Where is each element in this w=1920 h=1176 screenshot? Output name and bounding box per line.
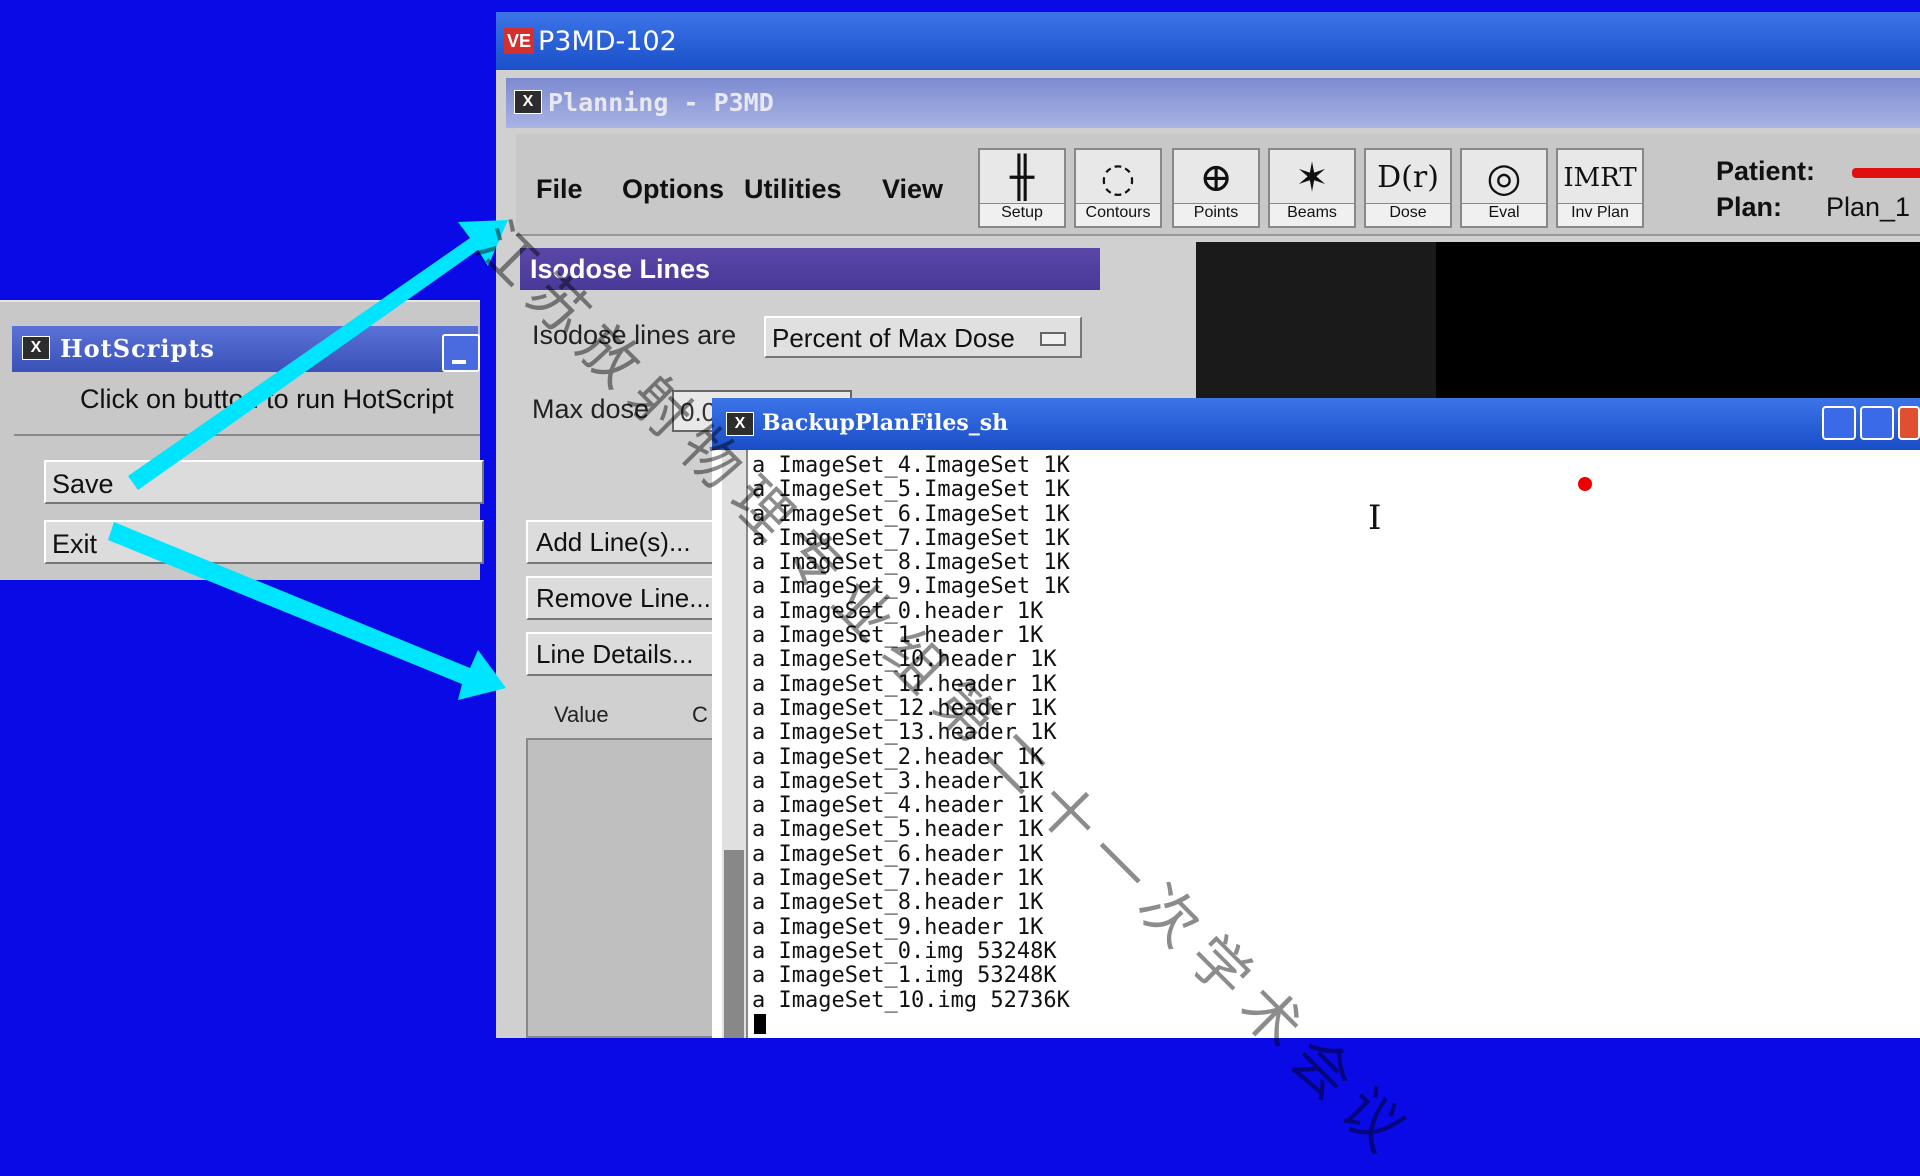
terminal-line: a ImageSet_12.header 1K bbox=[752, 695, 1057, 721]
max-dose-label: Max dose bbox=[532, 394, 650, 424]
menu-utilities[interactable]: Utilities bbox=[744, 174, 842, 205]
terminal-line: a ImageSet_6.header 1K bbox=[752, 841, 1044, 867]
terminal-cursor bbox=[754, 1014, 766, 1034]
ve-logo-icon: VE bbox=[504, 28, 534, 54]
hotscripts-prompt: Click on button to run HotScript bbox=[80, 384, 454, 414]
minimize-button[interactable] bbox=[1822, 406, 1856, 440]
isodose-mode-value: Percent of Max Dose bbox=[772, 323, 1015, 353]
color-column-header: C bbox=[692, 702, 708, 727]
terminal-line: a ImageSet_0.header 1K bbox=[752, 598, 1044, 624]
terminal-line: a ImageSet_1.img 53248K bbox=[752, 963, 1057, 989]
setup-button[interactable]: ╫ Setup bbox=[978, 148, 1066, 228]
line-details-button[interactable]: Line Details... bbox=[526, 632, 726, 676]
contours-button[interactable]: ◌ Contours bbox=[1074, 148, 1162, 228]
contours-label: Contours bbox=[1076, 203, 1160, 226]
terminal-line: a ImageSet_8.header 1K bbox=[752, 890, 1044, 916]
dose-icon: D(r) bbox=[1377, 160, 1439, 195]
x-app-icon: X bbox=[726, 412, 754, 436]
red-dot bbox=[1578, 477, 1592, 491]
redacted-patient-name bbox=[1852, 168, 1920, 178]
terminal-line: a ImageSet_4.header 1K bbox=[752, 793, 1044, 819]
planning-title: Planning - P3MD bbox=[548, 88, 774, 117]
terminal-line: a ImageSet_3.header 1K bbox=[752, 768, 1044, 794]
hotscripts-title: HotScripts bbox=[60, 334, 215, 363]
eval-button[interactable]: ◎ Eval bbox=[1460, 148, 1548, 228]
text-cursor-icon: I bbox=[1368, 498, 1382, 538]
eval-icon: ◎ bbox=[1486, 155, 1522, 201]
terminal-line: a ImageSet_10.header 1K bbox=[752, 647, 1057, 673]
plan-label: Plan: bbox=[1716, 192, 1783, 222]
terminal-line: a ImageSet_4.ImageSet 1K bbox=[752, 453, 1070, 478]
isodose-list[interactable] bbox=[526, 738, 726, 1038]
exit-button[interactable]: Exit bbox=[44, 520, 484, 564]
isodose-lines-are-label: Isodose lines are bbox=[532, 320, 737, 350]
remove-line-button[interactable]: Remove Line... bbox=[526, 576, 726, 620]
toolbar: File Options Utilities View ╫ Setup ◌ Co… bbox=[516, 134, 1920, 236]
terminal-line: a ImageSet_2.header 1K bbox=[752, 744, 1044, 770]
points-button[interactable]: ⊕ Points bbox=[1172, 148, 1260, 228]
p3md-title: P3MD-102 bbox=[538, 26, 677, 57]
points-icon: ⊕ bbox=[1199, 155, 1233, 201]
menu-options[interactable]: Options bbox=[622, 174, 724, 205]
close-button[interactable] bbox=[1898, 406, 1920, 440]
hotscripts-window: X HotScripts Click on button to run HotS… bbox=[0, 300, 484, 580]
beams-icon: ✶ bbox=[1295, 155, 1329, 201]
terminal-line: a ImageSet_13.header 1K bbox=[752, 720, 1057, 746]
add-lines-button[interactable]: Add Line(s)... bbox=[526, 520, 726, 564]
patient-label: Patient: bbox=[1716, 156, 1816, 186]
p3md-titlebar[interactable]: VE P3MD-102 bbox=[496, 12, 1920, 70]
terminal-line: a ImageSet_1.header 1K bbox=[752, 623, 1044, 649]
terminal-line: a ImageSet_5.ImageSet 1K bbox=[752, 477, 1070, 503]
terminal-line: a ImageSet_5.header 1K bbox=[752, 817, 1044, 843]
menu-view[interactable]: View bbox=[882, 174, 943, 205]
beams-button[interactable]: ✶ Beams bbox=[1268, 148, 1356, 228]
terminal-output: a ImageSet_4.ImageSet 1K a ImageSet_5.Ima… bbox=[752, 453, 1070, 1013]
terminal-line: a ImageSet_9.ImageSet 1K bbox=[752, 574, 1070, 600]
inv-plan-label: Inv Plan bbox=[1558, 203, 1642, 226]
terminal-line: a ImageSet_7.ImageSet 1K bbox=[752, 525, 1070, 551]
terminal-line: a ImageSet_7.header 1K bbox=[752, 866, 1044, 892]
dose-label: Dose bbox=[1366, 203, 1450, 226]
terminal-line: a ImageSet_10.img 52736K bbox=[752, 987, 1070, 1013]
terminal-line: a ImageSet_9.header 1K bbox=[752, 914, 1044, 940]
image-viewport[interactable] bbox=[1196, 242, 1920, 402]
terminal-line: a ImageSet_8.ImageSet 1K bbox=[752, 550, 1070, 576]
save-button[interactable]: Save bbox=[44, 460, 484, 504]
beams-label: Beams bbox=[1270, 203, 1354, 226]
isodose-header: Isodose Lines bbox=[520, 248, 1100, 290]
backup-title: BackupPlanFiles_sh bbox=[762, 410, 1009, 436]
x-app-icon: X bbox=[514, 90, 542, 114]
terminal-line: a ImageSet_0.img 53248K bbox=[752, 938, 1057, 964]
setup-icon: ╫ bbox=[1009, 155, 1035, 201]
dropdown-icon bbox=[1040, 332, 1066, 346]
points-label: Points bbox=[1174, 203, 1258, 226]
backup-plan-files-window: X BackupPlanFiles_sh a ImageSet_4.ImageS… bbox=[712, 398, 1920, 1038]
scrollbar-thumb[interactable] bbox=[724, 850, 744, 1038]
inv-plan-icon: IMRT bbox=[1563, 163, 1637, 193]
planning-titlebar[interactable]: X Planning - P3MD bbox=[506, 78, 1920, 128]
value-column-header: Value bbox=[554, 702, 609, 727]
terminal-line: a ImageSet_11.header 1K bbox=[752, 671, 1057, 697]
scrollbar[interactable] bbox=[722, 450, 748, 1038]
hotscripts-titlebar[interactable]: X HotScripts bbox=[12, 326, 480, 372]
backup-titlebar[interactable]: X BackupPlanFiles_sh bbox=[712, 398, 1920, 450]
menu-file[interactable]: File bbox=[536, 174, 583, 205]
contours-icon: ◌ bbox=[1100, 155, 1136, 201]
isodose-mode-select[interactable]: Percent of Max Dose bbox=[764, 316, 1082, 358]
minimize-button[interactable] bbox=[442, 334, 480, 372]
terminal-line: a ImageSet_6.ImageSet 1K bbox=[752, 501, 1070, 527]
divider bbox=[14, 434, 480, 436]
eval-label: Eval bbox=[1462, 203, 1546, 226]
plan-value: Plan_1 bbox=[1826, 192, 1911, 222]
setup-label: Setup bbox=[980, 203, 1064, 226]
maximize-button[interactable] bbox=[1860, 406, 1894, 440]
x-app-icon: X bbox=[22, 336, 50, 360]
dose-button[interactable]: D(r) Dose bbox=[1364, 148, 1452, 228]
inv-plan-button[interactable]: IMRT Inv Plan bbox=[1556, 148, 1644, 228]
